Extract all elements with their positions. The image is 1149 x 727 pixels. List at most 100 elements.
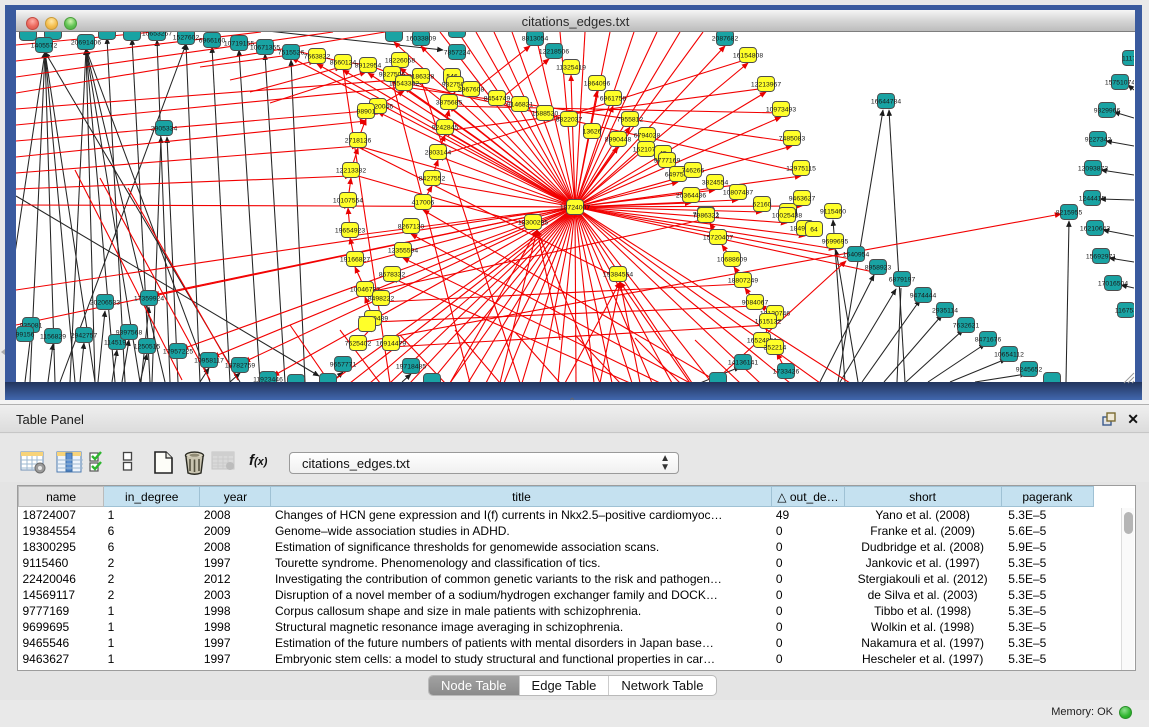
svg-text:20206533: 20206533 [90, 300, 120, 307]
svg-text:1250515: 1250515 [134, 344, 161, 351]
svg-text:12975115: 12975115 [786, 166, 816, 173]
svg-text:7625402: 7625402 [345, 341, 372, 348]
svg-text:10958117: 10958117 [194, 358, 224, 365]
svg-text:7857224: 7857224 [444, 50, 471, 57]
svg-text:8813054: 8813054 [522, 36, 549, 43]
svg-text:9245652: 9245652 [1016, 367, 1043, 374]
svg-text:9115460: 9115460 [820, 209, 846, 216]
svg-text:17359924: 17359924 [134, 296, 164, 303]
svg-text:9657771: 9657771 [330, 362, 357, 369]
svg-text:10671355: 10671355 [250, 45, 280, 52]
svg-text:7955812: 7955812 [617, 117, 644, 124]
svg-text:11325419: 11325419 [556, 65, 586, 72]
svg-text:1615132: 1615132 [755, 319, 782, 326]
svg-text:64: 64 [810, 227, 818, 234]
svg-text:7632621: 7632621 [953, 323, 980, 330]
svg-text:62160: 62160 [753, 202, 772, 209]
svg-text:1145194: 1145194 [104, 340, 130, 347]
svg-text:8822037: 8822037 [556, 117, 583, 124]
svg-text:1405572: 1405572 [31, 43, 58, 50]
svg-text:15692971: 15692971 [1086, 254, 1116, 261]
svg-text:19654923: 19654923 [335, 228, 365, 235]
svg-text:1244415: 1244415 [1079, 196, 1106, 203]
svg-text:12355594: 12355594 [388, 248, 418, 255]
svg-text:1864096: 1864096 [584, 81, 611, 88]
svg-text:12218506: 12218506 [539, 49, 569, 56]
svg-text:16543382: 16543382 [389, 81, 419, 88]
svg-text:8215955: 8215955 [1056, 210, 1083, 217]
svg-text:3824554: 3824554 [702, 180, 729, 187]
svg-text:6794028: 6794028 [634, 133, 661, 140]
svg-text:11174: 11174 [1122, 56, 1134, 63]
svg-text:9329966: 9329966 [1094, 108, 1121, 115]
svg-text:1156829: 1156829 [40, 334, 66, 341]
svg-text:116753: 116753 [1115, 308, 1134, 315]
svg-text:9699695: 9699695 [822, 239, 849, 246]
svg-text:417006: 417006 [412, 200, 435, 207]
svg-text:12093873: 12093873 [1078, 166, 1108, 173]
svg-text:2935114: 2935114 [932, 308, 958, 315]
svg-text:9397568: 9397568 [116, 330, 143, 337]
svg-text:8267130: 8267130 [398, 224, 425, 231]
svg-text:1733426: 1733426 [773, 369, 800, 376]
svg-text:19718485: 19718485 [396, 364, 426, 371]
svg-text:20691406: 20691406 [71, 40, 101, 47]
svg-text:10025438: 10025438 [772, 213, 802, 220]
svg-text:17016504: 17016504 [1098, 281, 1128, 288]
svg-text:2803144: 2803144 [425, 150, 452, 157]
svg-text:98901: 98901 [357, 109, 376, 116]
svg-text:6966160: 6966160 [199, 38, 226, 45]
svg-text:12213382: 12213382 [336, 168, 366, 175]
svg-text:2087682: 2087682 [712, 36, 739, 43]
svg-text:252214: 252214 [764, 345, 787, 352]
svg-text:7485083: 7485083 [779, 136, 806, 143]
svg-text:8427552: 8427552 [419, 176, 446, 183]
svg-text:1640954: 1640954 [843, 252, 870, 259]
svg-text:1588520: 1588520 [532, 111, 559, 118]
svg-text:8660124: 8660124 [330, 60, 357, 67]
svg-text:20364436: 20364436 [676, 193, 706, 200]
svg-text:7515526: 7515526 [278, 50, 305, 57]
svg-text:18226058: 18226058 [385, 58, 415, 65]
svg-text:8498222: 8498222 [368, 296, 395, 303]
svg-text:8678332: 8678332 [379, 272, 406, 279]
svg-text:2942757: 2942757 [71, 333, 98, 340]
svg-text:19166827: 19166827 [340, 257, 370, 264]
svg-text:10973493: 10973493 [766, 107, 796, 114]
svg-text:9474444: 9474444 [910, 293, 937, 300]
svg-text:9463627: 9463627 [789, 196, 816, 203]
svg-text:8912954: 8912954 [355, 63, 382, 70]
svg-text:12213967: 12213967 [751, 82, 781, 89]
svg-text:16644784: 16644784 [871, 99, 901, 106]
svg-text:8471676: 8471676 [975, 337, 1002, 344]
svg-text:8958923: 8958923 [865, 265, 892, 272]
svg-text:10653267: 10653267 [142, 32, 172, 38]
svg-text:10654112: 10654112 [994, 352, 1024, 359]
svg-text:7663822: 7663822 [304, 54, 331, 61]
svg-text:16210643: 16210643 [1080, 226, 1110, 233]
svg-text:6879197: 6879197 [889, 277, 916, 284]
svg-text:2718126: 2718126 [345, 138, 372, 145]
svg-text:9227342: 9227342 [1085, 137, 1112, 144]
svg-text:9242845: 9242845 [432, 125, 459, 132]
svg-text:2967608: 2967608 [458, 87, 485, 94]
svg-text:10807487: 10807487 [723, 190, 753, 197]
svg-text:18807249: 18807249 [728, 278, 758, 285]
svg-text:13626: 13626 [583, 129, 602, 136]
svg-text:16782759: 16782759 [225, 363, 255, 370]
svg-text:2905334: 2905334 [151, 126, 178, 133]
svg-text:99156: 99156 [16, 332, 35, 339]
svg-text:18724007: 18724007 [560, 205, 590, 212]
svg-text:10107554: 10107554 [333, 198, 363, 205]
svg-text:14136141: 14136141 [728, 360, 758, 367]
svg-text:746266: 746266 [682, 168, 705, 175]
svg-text:9084067: 9084067 [742, 300, 769, 307]
svg-text:16033809: 16033809 [406, 36, 436, 43]
svg-text:1527602: 1527602 [173, 35, 200, 42]
svg-text:8990448: 8990448 [605, 137, 632, 144]
svg-text:9777169: 9777169 [654, 158, 681, 165]
svg-text:6961758: 6961758 [600, 96, 627, 103]
svg-text:17957225: 17957225 [163, 349, 193, 356]
svg-text:11923446: 11923446 [253, 377, 283, 383]
svg-text:16914479: 16914479 [376, 341, 406, 348]
